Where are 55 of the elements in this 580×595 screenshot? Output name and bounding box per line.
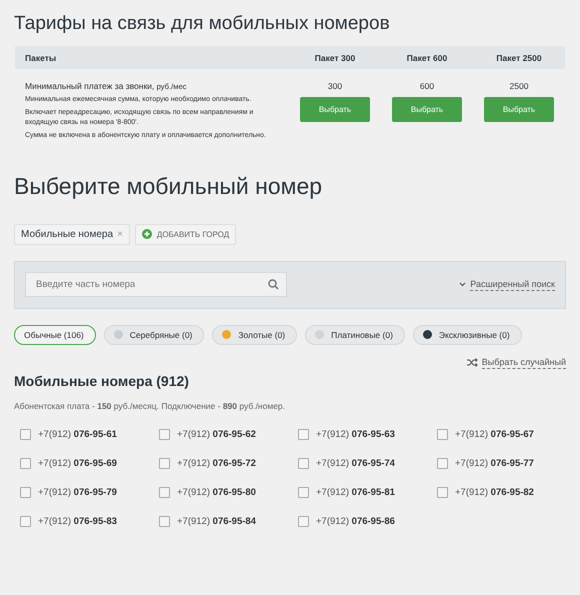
- phone-number: +7(912) 076-95-84: [177, 516, 256, 527]
- column-header: Пакет 2500: [495, 52, 543, 62]
- search-field[interactable]: Введите часть номера: [25, 272, 287, 298]
- random-link[interactable]: Выбрать случайный: [482, 356, 566, 369]
- checkbox[interactable]: [298, 458, 309, 469]
- checkbox[interactable]: [20, 428, 31, 440]
- checkbox[interactable]: [298, 428, 309, 440]
- phone-number: +7(912) 076-95-69: [38, 458, 117, 469]
- checkbox[interactable]: [20, 458, 31, 469]
- price-value: 2500: [510, 81, 528, 91]
- page-heading: Выберите мобильный номер: [14, 172, 324, 200]
- fee-text: Абонентская плата - 150 руб./месяц. Подключение - 890 руб./номер.: [14, 400, 286, 411]
- checkbox[interactable]: [159, 458, 170, 469]
- section-title: Тарифы на связь для мобильных номеров: [14, 12, 391, 36]
- phone-number: +7(912) 076-95-82: [455, 486, 534, 498]
- checkbox[interactable]: [298, 516, 309, 527]
- phone-number: +7(912) 076-95-72: [177, 458, 256, 469]
- phone-number: +7(912) 076-95-62: [177, 428, 256, 440]
- phone-number: +7(912) 076-95-81: [316, 486, 395, 498]
- shuffle-icon: [466, 358, 478, 368]
- search-icon: [268, 279, 279, 290]
- checkbox[interactable]: [298, 486, 309, 498]
- phone-number: +7(912) 076-95-83: [38, 516, 117, 527]
- phone-number: +7(912) 076-95-74: [316, 458, 395, 469]
- phone-number: +7(912) 076-95-79: [38, 486, 117, 498]
- numbers-title: Мобильные номера (912): [14, 372, 189, 389]
- add-city-button[interactable]: ДОБАВИТЬ ГОРОД: [134, 224, 236, 245]
- checkbox[interactable]: [437, 428, 448, 440]
- phone-number: +7(912) 076-95-63: [316, 428, 395, 440]
- phone-number: +7(912) 076-95-67: [455, 428, 534, 440]
- phone-number: +7(912) 076-95-61: [38, 428, 117, 440]
- filter-chip[interactable]: Эксклюзивные (0): [412, 324, 522, 345]
- filter-chip[interactable]: Золотые (0): [212, 324, 298, 345]
- plus-icon: [142, 229, 152, 240]
- column-header: Пакет 300: [314, 52, 356, 62]
- chevron-down-icon: [459, 282, 466, 288]
- checkbox[interactable]: [437, 486, 448, 498]
- tag-label: Мобильные номера: [21, 228, 114, 240]
- price-value: 300: [328, 81, 342, 91]
- filter-chip[interactable]: Обычные (106): [14, 324, 96, 345]
- checkbox[interactable]: [159, 486, 170, 498]
- checkbox[interactable]: [159, 428, 170, 440]
- checkbox[interactable]: [20, 486, 31, 498]
- filter-chip[interactable]: Платиновые (0): [305, 324, 405, 345]
- advanced-search-link[interactable]: Расширенный поиск: [470, 278, 555, 291]
- checkbox[interactable]: [437, 458, 448, 469]
- column-header: Пакеты: [24, 52, 58, 62]
- phone-number: +7(912) 076-95-80: [177, 486, 256, 498]
- checkbox[interactable]: [20, 516, 31, 527]
- phone-number: +7(912) 076-95-86: [316, 516, 395, 527]
- price-value: 600: [420, 81, 434, 91]
- column-header: Пакет 600: [406, 52, 448, 62]
- checkbox[interactable]: [159, 516, 170, 527]
- phone-number: +7(912) 076-95-77: [455, 458, 534, 469]
- filter-chip[interactable]: Серебряные (0): [104, 324, 204, 345]
